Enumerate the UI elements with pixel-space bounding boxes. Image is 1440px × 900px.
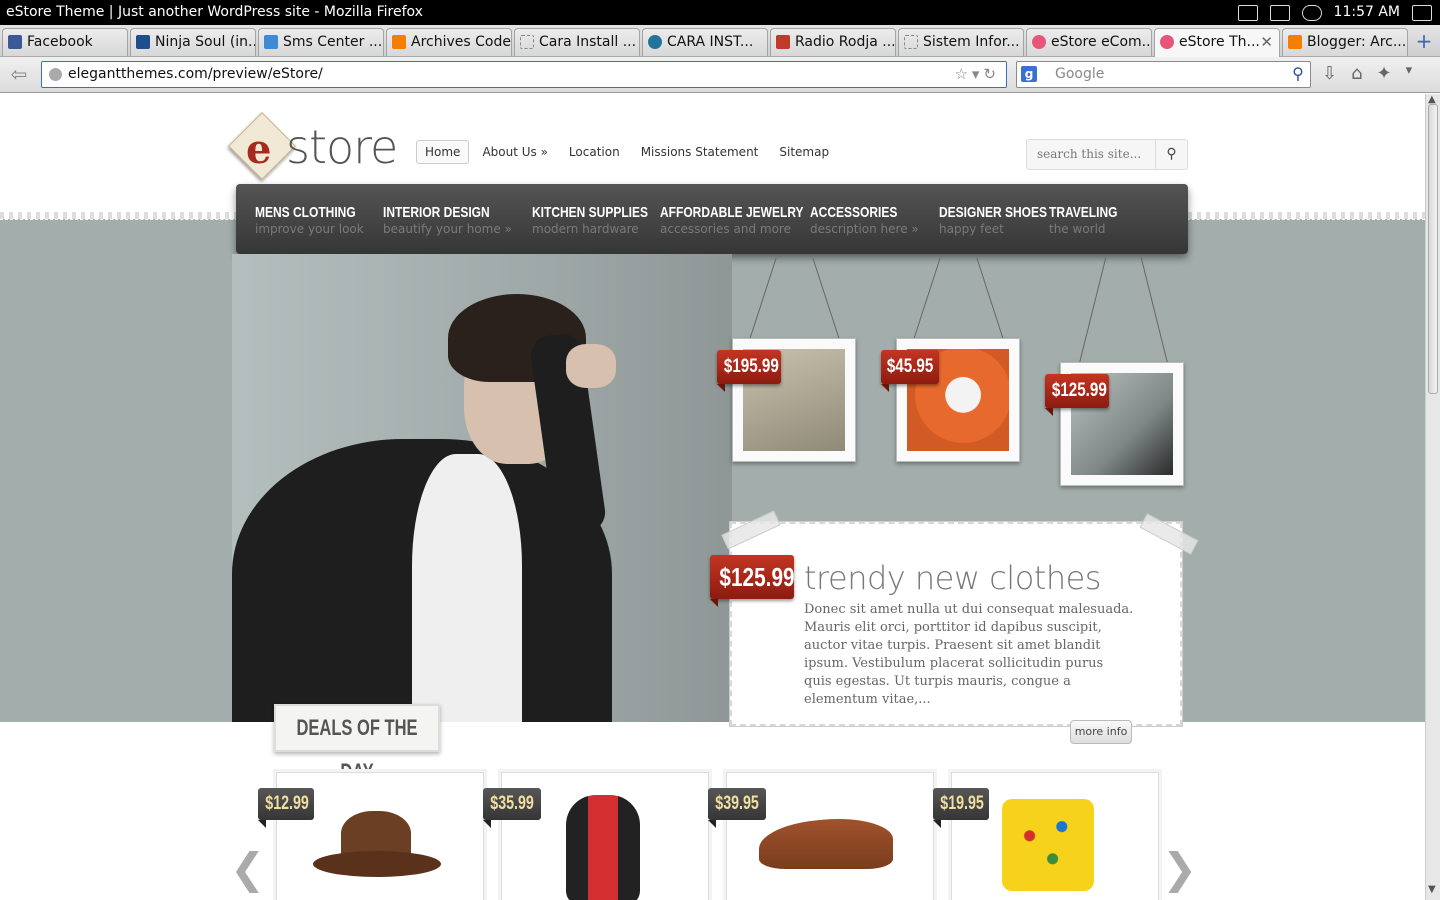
tab-ninja-soul[interactable]: Ninja Soul (in... — [130, 28, 256, 56]
tab-estore-theme[interactable]: eStore Th... ✕ — [1154, 28, 1280, 57]
mail-icon[interactable] — [1237, 4, 1258, 21]
estore-logo[interactable]: e store — [228, 112, 398, 180]
category-mens-clothing[interactable]: MENS CLOTHING improve your look — [255, 204, 381, 236]
tab-sms-center[interactable]: Sms Center ... — [258, 28, 384, 56]
new-tab-icon[interactable]: + — [1412, 30, 1436, 54]
price-tag: $45.95 — [881, 350, 939, 392]
bookmark-star-icon[interactable]: ☆ — [954, 65, 971, 83]
tab-strip: Facebook Ninja Soul (in... Sms Center ..… — [0, 25, 1440, 57]
vertical-scrollbar[interactable]: ▲ ▼ — [1425, 94, 1440, 900]
asterisk-icon — [1032, 35, 1046, 49]
addon-icon[interactable]: ✦ — [1377, 63, 1392, 84]
tab-sistem-infor[interactable]: Sistem Infor... — [898, 28, 1024, 56]
volume-icon[interactable] — [1301, 4, 1322, 21]
scroll-down-icon[interactable]: ▼ — [1428, 884, 1436, 895]
display-icon[interactable] — [1412, 4, 1432, 21]
deals-of-the-day-heading: DEALS OF THE DAY — [274, 704, 440, 784]
top-navigation: Home About Us » Location Missions Statem… — [416, 140, 842, 164]
asterisk-icon — [1160, 35, 1174, 49]
scrollbar-thumb[interactable] — [1428, 104, 1438, 394]
hat-image — [313, 807, 441, 881]
google-icon[interactable]: g — [1021, 66, 1037, 82]
blank-page-icon — [904, 35, 918, 49]
reload-icon[interactable]: ↻ — [983, 65, 1000, 83]
nav-about-us[interactable]: About Us » — [474, 141, 555, 163]
nav-missions-statement[interactable]: Missions Statement — [633, 141, 767, 163]
tab-facebook[interactable]: Facebook — [2, 28, 128, 56]
carousel-next-icon[interactable]: ❯ — [1162, 844, 1197, 893]
window-title: eStore Theme | Just another WordPress si… — [6, 4, 423, 20]
nav-home[interactable]: Home — [416, 140, 470, 164]
category-kitchen-supplies[interactable]: KITCHEN SUPPLIES modern hardware — [532, 204, 677, 236]
chevron-down-icon[interactable]: ▾ — [972, 65, 984, 83]
deal-price-tag: $39.95 — [708, 788, 766, 828]
site-identity-icon[interactable] — [49, 68, 62, 81]
back-arrow-icon[interactable]: ⇦ — [6, 63, 32, 87]
site-icon — [776, 35, 790, 49]
url-bar[interactable]: elegantthemes.com/preview/eStore/ ☆▾↻ — [41, 61, 1007, 88]
search-icon[interactable]: ⚲ — [1155, 140, 1187, 169]
facebook-icon — [8, 35, 22, 49]
close-tab-icon[interactable]: ✕ — [1260, 29, 1273, 55]
deal-price-tag: $35.99 — [483, 788, 541, 828]
shoe-image — [759, 819, 893, 869]
system-tray: 11:57 AM — [1237, 0, 1440, 25]
blogger-icon — [392, 35, 406, 49]
web-search-input[interactable]: g Google ⚲ — [1016, 61, 1311, 88]
featured-title[interactable]: trendy new clothes — [804, 559, 1101, 597]
deal-price-tag: $19.95 — [933, 788, 989, 828]
url-text: elegantthemes.com/preview/eStore/ — [68, 66, 323, 82]
navigation-toolbar: ⇦ elegantthemes.com/preview/eStore/ ☆▾↻ … — [0, 57, 1440, 93]
tab-blogger-archive[interactable]: Blogger: Arc... — [1282, 28, 1408, 56]
blank-page-icon — [520, 35, 534, 49]
tab-radio-rodja[interactable]: Radio Rodja ... — [770, 28, 896, 56]
page-content: e store Home About Us » Location Mission… — [0, 94, 1425, 900]
category-traveling[interactable]: TRAVELING the world — [1049, 204, 1135, 236]
network-icon[interactable] — [1269, 4, 1290, 21]
nav-sitemap[interactable]: Sitemap — [771, 141, 837, 163]
nav-location[interactable]: Location — [561, 141, 628, 163]
tab-estore-ecom[interactable]: eStore eCom... — [1026, 28, 1152, 56]
site-icon — [136, 35, 150, 49]
category-navigation: MENS CLOTHING improve your look INTERIOR … — [236, 184, 1188, 254]
download-icon[interactable]: ⇩ — [1322, 63, 1337, 84]
deal-price-tag: $12.99 — [258, 788, 314, 828]
home-icon[interactable]: ⌂ — [1351, 63, 1362, 84]
category-accessories[interactable]: ACCESSORIES description here » — [810, 204, 919, 236]
blogger-icon — [1288, 35, 1302, 49]
tab-archives-code[interactable]: Archives Code — [386, 28, 512, 56]
window-titlebar: eStore Theme | Just another WordPress si… — [0, 0, 1440, 25]
site-search-input[interactable]: search this site... ⚲ — [1026, 139, 1188, 170]
price-tag: $195.99 — [717, 350, 781, 392]
carousel-prev-icon[interactable]: ❮ — [230, 844, 265, 893]
more-info-button[interactable]: more info — [1070, 720, 1132, 744]
tab-cara-install[interactable]: Cara Install ... — [514, 28, 640, 56]
wordpress-icon — [648, 35, 662, 49]
hero-model-image[interactable] — [232, 254, 732, 722]
search-icon[interactable]: ⚲ — [1288, 64, 1308, 84]
price-tag: $125.99 — [1045, 374, 1109, 416]
tab-cara-inst[interactable]: CARA INST... — [642, 28, 768, 56]
category-interior-design[interactable]: INTERIOR DESIGN beautify your home » — [383, 204, 516, 236]
clock[interactable]: 11:57 AM — [1334, 0, 1400, 25]
pillow-image — [1002, 799, 1094, 891]
menu-chevron-icon[interactable]: ▾ — [1406, 63, 1413, 84]
backpack-image — [566, 795, 640, 900]
search-placeholder: Google — [1055, 66, 1105, 82]
featured-description: Donec sit amet nulla ut dui consequat ma… — [804, 602, 1134, 707]
site-icon — [264, 35, 278, 49]
featured-price-tag: $125.99 — [710, 555, 795, 607]
